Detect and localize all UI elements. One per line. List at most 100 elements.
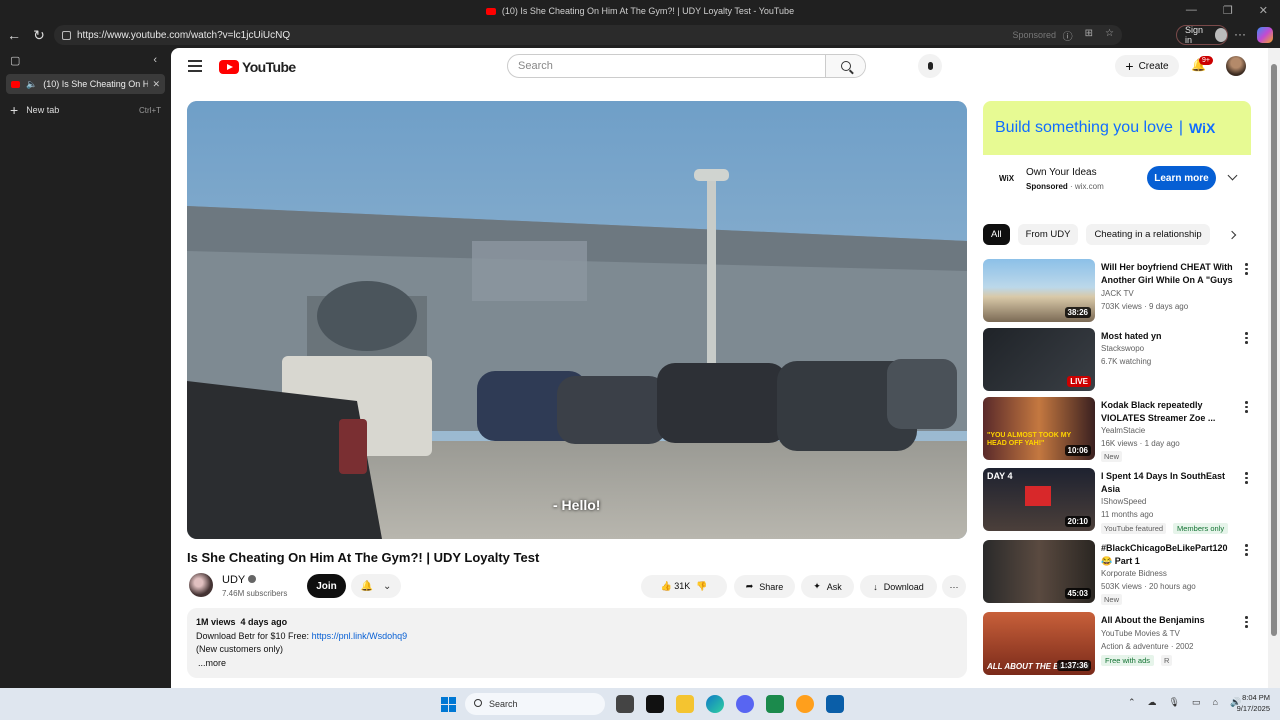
more-vertical-icon[interactable] (1245, 401, 1248, 415)
description-box[interactable]: 1M views 4 days ago Download Betr for $1… (187, 608, 967, 678)
video-thumbnail[interactable]: ALL ABOUT THE BENJAMI 1:37:36 (983, 612, 1095, 675)
chevron-up-icon[interactable]: ⌃ (1128, 697, 1136, 708)
learn-more-button[interactable]: Learn more (1147, 166, 1216, 190)
download-button[interactable]: ↓ Download (860, 575, 937, 598)
channel-avatar[interactable] (189, 573, 213, 597)
like-button[interactable]: 👍 31K (661, 581, 691, 592)
channel-name[interactable]: UDY (222, 574, 257, 586)
youtube-favicon-icon (11, 80, 20, 88)
rec-meta: 6.7K watching (1101, 357, 1152, 366)
duration-badge: 10:06 (1064, 445, 1091, 456)
page-scrollbar[interactable] (1268, 48, 1280, 688)
close-tab-icon[interactable]: ✕ (152, 79, 160, 90)
taskbar-search[interactable]: Search (465, 693, 605, 715)
ad-banner[interactable]: Build something you love | WiX (983, 101, 1251, 155)
blender-icon[interactable] (796, 695, 814, 713)
more-vertical-icon[interactable] (1245, 263, 1248, 277)
favorite-star-icon[interactable]: ☆ (1105, 28, 1114, 43)
new-tab-button[interactable]: + New tab Ctrl+T (10, 102, 161, 118)
more-vertical-icon[interactable] (1245, 544, 1248, 558)
video-thumbnail[interactable]: LIVE (983, 328, 1095, 391)
show-more-link[interactable]: ...more (196, 657, 958, 671)
video-thumbnail[interactable]: "YOU ALMOST TOOK MY HEAD OFF YAH!" 10:06 (983, 397, 1095, 460)
search-input[interactable]: Search (508, 60, 825, 72)
youtube-logo[interactable]: YouTube (219, 59, 296, 75)
search-box[interactable]: Search (507, 54, 866, 78)
edge-icon[interactable] (706, 695, 724, 713)
more-actions-button[interactable]: ··· (942, 575, 966, 598)
dislike-button[interactable]: 👎 (696, 581, 707, 592)
task-view-icon[interactable] (616, 695, 634, 713)
android-app-icon[interactable] (766, 695, 784, 713)
capcut-icon[interactable] (646, 695, 664, 713)
new-badge: New (1101, 451, 1123, 462)
cloud-icon[interactable]: ☁ (1148, 697, 1157, 708)
rec-title: #BlackChicagoBeLikePart120 😂 Part 1 (1101, 543, 1228, 566)
apps-icon[interactable]: ⊞ (1085, 28, 1093, 43)
user-avatar[interactable] (1226, 56, 1246, 76)
like-dislike-group: 👍 31K 👎 (641, 575, 727, 598)
tab-actions-icon[interactable]: ▢ (10, 54, 20, 67)
chevron-right-icon[interactable] (1227, 230, 1237, 240)
windows-start-icon[interactable] (441, 697, 456, 712)
rec-title: Most hated yn (1101, 331, 1162, 341)
speaker-icon[interactable]: 🔈 (26, 79, 37, 90)
url-field[interactable]: https://www.youtube.com/watch?v=lc1jcUiU… (54, 25, 1122, 45)
lock-icon (62, 30, 71, 40)
back-icon[interactable]: ← (3, 24, 25, 46)
chip-cheating[interactable]: Cheating in a relationship (1086, 224, 1210, 245)
display-icon[interactable]: ▭ (1192, 697, 1201, 708)
thumbs-up-icon: 👍 (660, 581, 672, 591)
discord-icon[interactable] (736, 695, 754, 713)
duration-badge: 38:26 (1064, 307, 1091, 318)
voice-search-button[interactable] (918, 54, 942, 78)
video-player[interactable]: - Hello! (187, 101, 967, 539)
video-thumbnail[interactable]: 38:26 (983, 259, 1095, 322)
sign-in-button[interactable]: Sign in (1176, 25, 1228, 45)
window-titlebar: (10) Is She Cheating On Him At The Gym?!… (0, 0, 1280, 22)
minimize-icon[interactable]: — (1186, 4, 1197, 17)
subscriber-count: 7.46M subscribers (222, 589, 288, 598)
list-item[interactable]: LIVE Most hated yn Stackswopo 6.7K watch… (983, 328, 1253, 392)
close-window-icon[interactable]: ✕ (1259, 4, 1268, 17)
copilot-icon[interactable] (1257, 27, 1273, 43)
list-item[interactable]: ALL ABOUT THE BENJAMI 1:37:36 All About … (983, 612, 1253, 676)
create-button[interactable]: + Create (1115, 55, 1179, 77)
rec-channel: IShowSpeed (1101, 497, 1147, 506)
subscription-bell-button[interactable]: 🔔 ⌄ (351, 574, 401, 598)
chevron-down-icon[interactable] (1227, 170, 1238, 181)
file-explorer-icon[interactable] (676, 695, 694, 713)
profile-icon (1214, 28, 1227, 42)
list-item[interactable]: "YOU ALMOST TOOK MY HEAD OFF YAH!" 10:06… (983, 397, 1253, 462)
network-icon[interactable]: ⌂ (1213, 697, 1218, 708)
ad-sponsored-line: Sponsored · wix.com (1026, 182, 1104, 191)
chip-all[interactable]: All (983, 224, 1010, 245)
browser-menu-icon[interactable]: ··· (1234, 27, 1246, 41)
description-link[interactable]: https://pnl.link/Wsdohq9 (312, 631, 408, 641)
ask-button[interactable]: ✦ Ask (801, 575, 854, 598)
more-vertical-icon[interactable] (1245, 332, 1248, 346)
tab-youtube[interactable]: 🔈 (10) Is She Cheating On Him At The Gym… (6, 74, 165, 94)
collapse-sidebar-icon[interactable]: ‹ (153, 54, 157, 66)
list-item[interactable]: 38:26 Will Her boyfriend CHEAT With Anot… (983, 259, 1253, 323)
refresh-icon[interactable]: ↻ (28, 24, 50, 46)
video-thumbnail[interactable]: 45:03 (983, 540, 1095, 603)
store-icon[interactable] (826, 695, 844, 713)
taskbar-clock[interactable]: 8:04 PM 9/17/2025 (1226, 692, 1270, 714)
more-vertical-icon[interactable] (1245, 616, 1248, 630)
video-thumbnail[interactable]: DAY 4 20:10 (983, 468, 1095, 531)
list-item[interactable]: DAY 4 20:10 I Spent 14 Days In SouthEast… (983, 468, 1253, 534)
chip-from-udy[interactable]: From UDY (1017, 224, 1079, 245)
maximize-icon[interactable]: ❐ (1223, 4, 1233, 17)
share-button[interactable]: ➦ Share (734, 575, 795, 598)
more-vertical-icon[interactable] (1245, 472, 1248, 486)
mic-icon[interactable]: 🎙 (1169, 697, 1180, 708)
list-item[interactable]: 45:03 #BlackChicagoBeLikePart120 😂 Part … (983, 540, 1253, 605)
rec-channel: Stackswopo (1101, 344, 1145, 353)
scrollbar-thumb[interactable] (1271, 64, 1277, 636)
join-button[interactable]: Join (307, 574, 346, 598)
flag-icon (1025, 486, 1051, 506)
menu-icon[interactable] (188, 60, 202, 75)
info-icon[interactable]: ⓘ (1063, 28, 1073, 43)
search-button[interactable] (825, 55, 865, 77)
